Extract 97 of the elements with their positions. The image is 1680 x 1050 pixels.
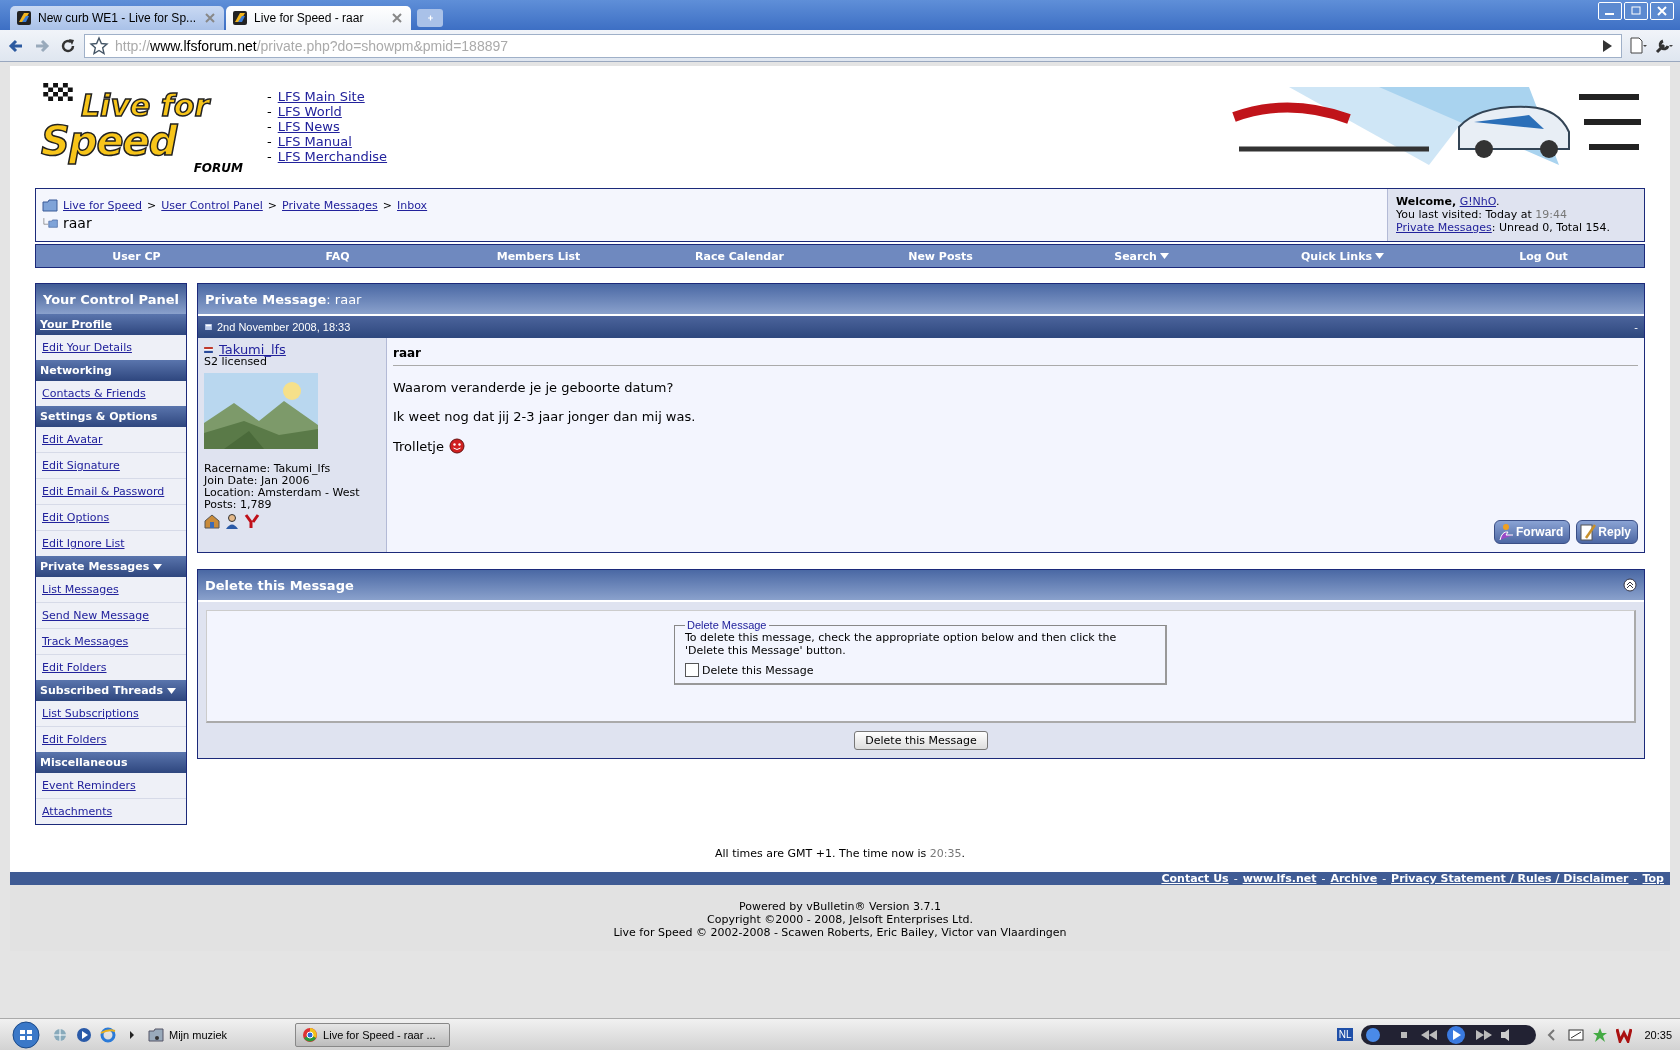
message-text: Trolletje bbox=[393, 438, 444, 454]
nav-link[interactable]: New Posts bbox=[840, 249, 1041, 263]
sidebar-link[interactable]: List Messages bbox=[42, 583, 119, 596]
browser-tab[interactable]: Live for Speed - raar bbox=[226, 6, 412, 30]
message-subject: raar bbox=[393, 346, 1638, 366]
footer-link[interactable]: Privacy Statement / Rules / Disclaimer bbox=[1391, 872, 1629, 885]
breadcrumb-link[interactable]: User Control Panel bbox=[161, 198, 263, 212]
clock-text: 20:35 bbox=[1644, 1028, 1672, 1041]
message-button[interactable]: Forward bbox=[1493, 520, 1571, 544]
user-info-text: Posts: 1,789 bbox=[204, 499, 273, 511]
delete-button[interactable]: Delete this Message bbox=[854, 731, 988, 750]
sidebar-link[interactable]: Edit Email & Password bbox=[42, 485, 165, 498]
footer-link[interactable]: Archive bbox=[1330, 872, 1378, 885]
punctuation-text: . bbox=[1496, 195, 1500, 208]
sidebar-link[interactable]: Edit Folders bbox=[42, 733, 107, 746]
dash-text: - bbox=[267, 118, 272, 134]
nav-link[interactable]: User CP bbox=[36, 249, 237, 263]
sidebar-heading: Subscribed Threads bbox=[36, 680, 186, 701]
sidebar-link[interactable]: Attachments bbox=[42, 805, 113, 818]
nav-link[interactable]: Log Out bbox=[1443, 249, 1644, 263]
dash-text: - bbox=[267, 148, 272, 164]
private-messages-link[interactable]: Private Messages bbox=[1396, 221, 1492, 234]
collapse-toggle[interactable]: - bbox=[1634, 321, 1638, 333]
sidebar-heading: Private Messages bbox=[36, 556, 186, 577]
footer-link[interactable]: Contact Us bbox=[1161, 872, 1229, 885]
dash-text: - bbox=[267, 103, 272, 119]
footer-link[interactable]: Top bbox=[1642, 872, 1664, 885]
link-separator: - bbox=[1321, 872, 1326, 885]
sidebar-link[interactable]: Edit Folders bbox=[42, 661, 107, 674]
sidebar-link[interactable]: Edit Signature bbox=[42, 459, 120, 472]
sidebar-link[interactable]: Edit Avatar bbox=[42, 433, 103, 446]
link-separator: - bbox=[1233, 872, 1238, 885]
link-separator: - bbox=[1382, 872, 1387, 885]
breadcrumb-separator: > bbox=[267, 198, 277, 212]
last-visit-time: 19:44 bbox=[1535, 208, 1567, 221]
breadcrumb-separator: > bbox=[382, 198, 393, 212]
site-link[interactable]: LFS Main Site bbox=[277, 88, 365, 104]
address-bar[interactable]: http://www.lfsforum.net/private.php?do=showpm&pmid=188897 bbox=[84, 33, 1622, 58]
site-link[interactable]: LFS Merchandise bbox=[277, 148, 388, 164]
site-link[interactable]: LFS World bbox=[277, 103, 342, 119]
panel-title: Private Message: raar bbox=[205, 291, 363, 307]
user-rank: S2 licensed bbox=[204, 356, 267, 368]
nav-link[interactable]: Search bbox=[1041, 249, 1242, 263]
user-info-text: Location: Amsterdam - West bbox=[204, 487, 361, 499]
taskbar-item[interactable]: Mijn muziek bbox=[148, 1026, 228, 1043]
credit-text: Live for Speed © 2002-2008 - Scawen Roberts, Eric Bailey, Victor van Vlaardingen bbox=[612, 926, 1068, 939]
message-button[interactable]: Reply bbox=[1576, 520, 1638, 544]
language-indicator[interactable]: NL bbox=[1336, 1028, 1354, 1041]
dash-text: - bbox=[267, 88, 272, 104]
sidebar-title: Your Control Panel bbox=[36, 284, 186, 314]
nav-link[interactable]: Race Calendar bbox=[639, 249, 840, 263]
sidebar-heading: Miscellaneous bbox=[36, 752, 186, 773]
breadcrumb-link[interactable]: Inbox bbox=[397, 198, 428, 212]
instruction-text: To delete this message, check the appropriate option below and then click the 'Delete this Message' button. bbox=[685, 631, 1118, 657]
punctuation-text: . bbox=[961, 847, 965, 860]
site-link[interactable]: LFS Manual bbox=[277, 133, 352, 149]
username-link[interactable]: G!NhO bbox=[1459, 195, 1496, 208]
sidebar-link[interactable]: Edit Options bbox=[42, 511, 110, 524]
browser-tab[interactable]: New curb WE1 - Live for Sp... bbox=[10, 6, 225, 30]
current-page-title: raar bbox=[63, 215, 92, 231]
user-info-text: Racername: Takumi_lfs bbox=[204, 463, 332, 475]
nav-link[interactable]: FAQ bbox=[237, 249, 438, 263]
panel-title: Delete this Message bbox=[205, 577, 355, 593]
dash-text: - bbox=[267, 133, 272, 149]
logo-subtitle: FORUM bbox=[193, 161, 243, 175]
credit-text: Powered by vBulletin® Version 3.7.1 bbox=[738, 900, 942, 913]
taskbar-item[interactable]: Live for Speed - raar ... bbox=[295, 1022, 451, 1047]
last-visit-text: You last visited: Today at bbox=[1396, 208, 1532, 221]
post-date: 2nd November 2008, 18:33 bbox=[217, 321, 352, 333]
sidebar-heading: Networking bbox=[36, 360, 186, 381]
site-link[interactable]: LFS News bbox=[277, 118, 340, 134]
sidebar-link[interactable]: Edit Ignore List bbox=[42, 537, 125, 550]
user-info-text: Join Date: Jan 2006 bbox=[204, 475, 310, 487]
url-text: http://www.lfsforum.net/private.php?do=showpm&pmid=188897 bbox=[115, 37, 510, 54]
message-text: Ik weet nog dat jij 2-3 jaar jonger dan mij was. bbox=[393, 409, 696, 424]
sidebar-link[interactable]: Edit Your Details bbox=[42, 341, 132, 354]
sidebar-link[interactable]: Track Messages bbox=[42, 635, 129, 648]
nav-link[interactable]: Members List bbox=[438, 249, 639, 263]
link-separator: - bbox=[1633, 872, 1638, 885]
nav-link[interactable]: Quick Links bbox=[1242, 249, 1443, 263]
sidebar-heading: Settings & Options bbox=[36, 406, 186, 427]
fieldset-legend: Delete Message bbox=[685, 619, 769, 631]
sidebar-link[interactable]: Send New Message bbox=[42, 609, 149, 622]
sidebar-link[interactable]: Contacts & Friends bbox=[42, 387, 146, 400]
breadcrumb-link[interactable]: Live for Speed bbox=[63, 198, 143, 212]
welcome-label: Welcome, bbox=[1396, 195, 1457, 208]
message-text: Waarom veranderde je je geboorte datum? bbox=[393, 380, 674, 395]
breadcrumb-separator: > bbox=[147, 198, 157, 212]
breadcrumb-link[interactable]: Private Messages bbox=[282, 198, 378, 212]
credit-text: Copyright ©2000 - 2008, Jelsoft Enterprises Ltd. bbox=[706, 913, 974, 926]
footer-link[interactable]: www.lfs.net bbox=[1242, 872, 1317, 885]
sidebar-link[interactable]: List Subscriptions bbox=[42, 707, 139, 720]
message-count-text: : Unread 0, Total 154. bbox=[1491, 221, 1610, 234]
sidebar-link[interactable]: Event Reminders bbox=[42, 779, 136, 792]
checkbox-label[interactable]: Delete this Message bbox=[702, 663, 814, 677]
username-link[interactable]: Takumi_lfs bbox=[219, 344, 286, 356]
timezone-text: All times are GMT +1. The time now is bbox=[715, 847, 927, 860]
